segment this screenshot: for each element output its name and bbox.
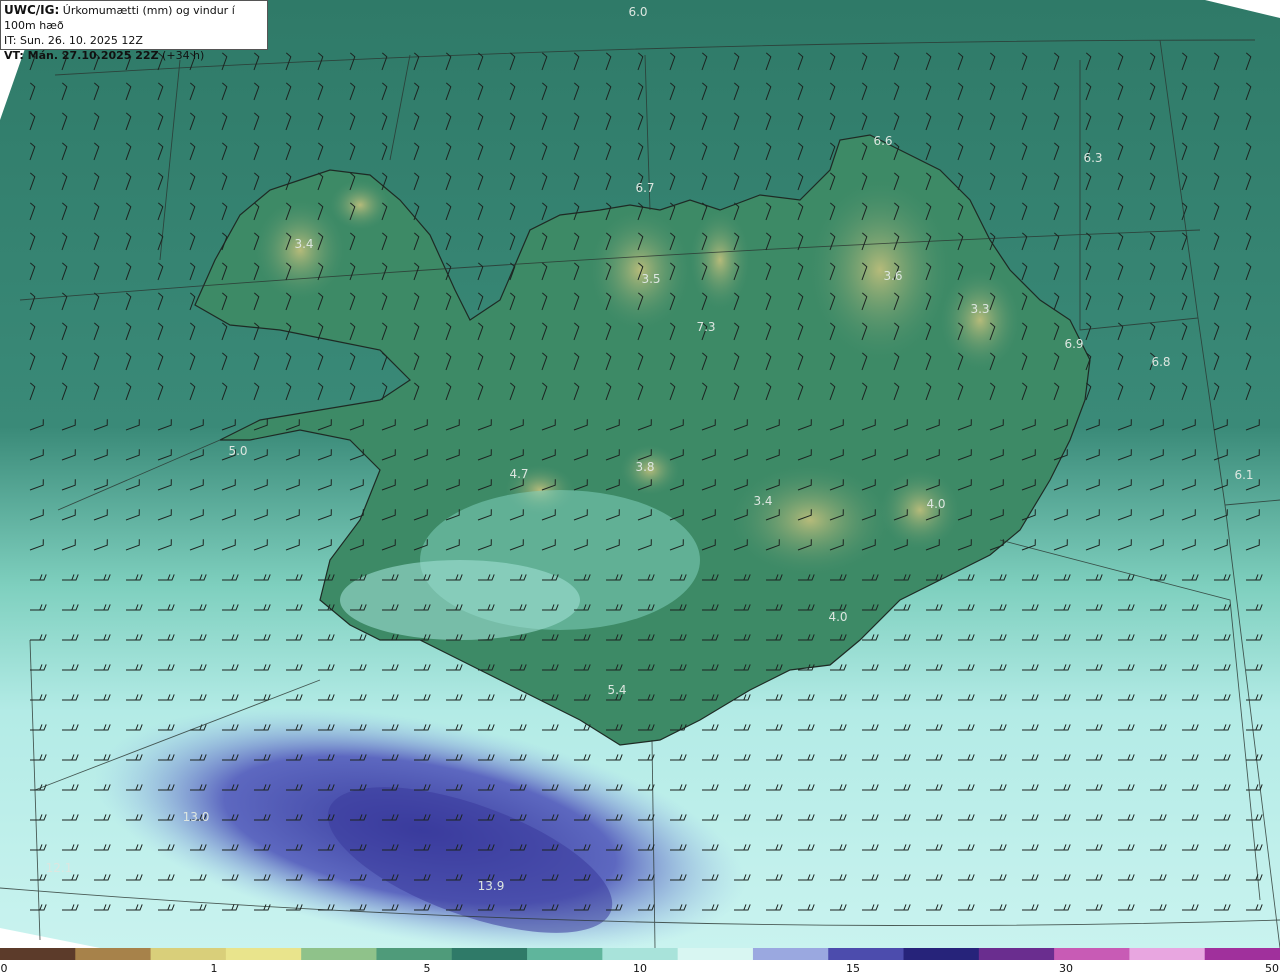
value-label: 13.9 xyxy=(478,879,505,893)
value-label: 5.4 xyxy=(607,683,626,697)
colorbar-segment xyxy=(903,948,980,960)
valid-time-offset: (+34 h) xyxy=(158,49,205,62)
value-label: 6.7 xyxy=(635,181,654,195)
value-label: 5.0 xyxy=(228,444,247,458)
colorbar-segment xyxy=(1054,948,1130,960)
colorbar-tick-label: 5 xyxy=(423,962,431,975)
value-label: 6.9 xyxy=(1064,337,1083,351)
value-label: 6.8 xyxy=(1151,355,1170,369)
value-label: 6.0 xyxy=(628,5,647,19)
value-label: 6.1 xyxy=(1234,468,1253,482)
valid-time-bold: VT: Mán. 27.10.2025 22Z xyxy=(4,49,159,62)
colorbar-tick-label: 50 xyxy=(1265,962,1279,975)
colorbar-tick-label: 15 xyxy=(846,962,860,975)
colorbar-segment xyxy=(376,948,453,960)
colorbar-segment xyxy=(75,948,152,960)
colorbar-segment xyxy=(677,948,754,960)
value-label: 6.6 xyxy=(873,134,892,148)
colorbar-segment xyxy=(150,948,227,960)
colorbar-tick-label: 1 xyxy=(210,962,218,975)
value-label: 3.5 xyxy=(641,272,660,286)
value-label: 4.0 xyxy=(926,497,945,511)
colorbar-segment xyxy=(1129,948,1206,960)
value-label: 6.3 xyxy=(1083,151,1102,165)
colorbar-tick-label: 10 xyxy=(633,962,647,975)
colorbar-segment xyxy=(752,948,829,960)
product-title-bold: UWC/IG: xyxy=(4,3,60,17)
value-label: 3.6 xyxy=(883,269,902,283)
value-label: 7.3 xyxy=(696,320,715,334)
initial-time: IT: Sun. 26. 10. 2025 12Z xyxy=(4,34,143,47)
value-label: 12.1 xyxy=(46,861,73,875)
value-label: 13.0 xyxy=(183,810,210,824)
value-label: 3.4 xyxy=(753,494,772,508)
colorbar-segment xyxy=(828,948,905,960)
colorbar-segment xyxy=(0,948,76,960)
colorbar-segment xyxy=(451,948,528,960)
value-label: 4.0 xyxy=(828,610,847,624)
colorbar-tick-label: 0 xyxy=(0,962,8,975)
colorbar-segment xyxy=(527,948,603,960)
value-label: 3.8 xyxy=(635,460,654,474)
colorbar-segment xyxy=(978,948,1055,960)
precipitation-wind-map: 6.0 6.6 6.3 6.7 3.4 3.5 3.6 3.3 7.3 6.9 6.8 5.0 4.7 3… xyxy=(0,0,1280,948)
colorbar-segment xyxy=(225,948,302,960)
colorbar-tick-label: 30 xyxy=(1059,962,1073,975)
info-box: UWC/IG: Úrkomumætti (mm) og vindur í 100… xyxy=(0,0,268,62)
colorbar-segment xyxy=(301,948,377,960)
colorbar-segment xyxy=(1204,948,1280,960)
value-label: 3.4 xyxy=(294,237,313,251)
value-label: 4.7 xyxy=(509,467,528,481)
colorbar-segment xyxy=(602,948,679,960)
value-label: 3.3 xyxy=(970,302,989,316)
